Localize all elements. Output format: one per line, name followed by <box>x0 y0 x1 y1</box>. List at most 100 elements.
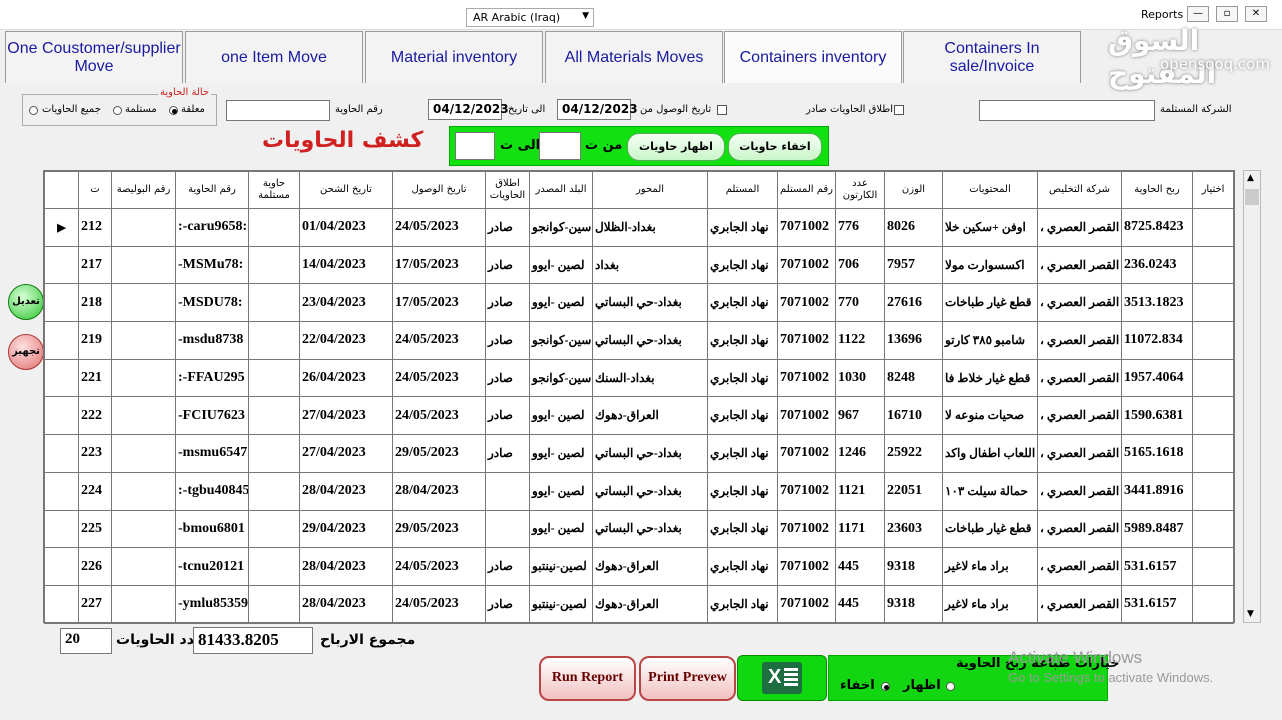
cell-axis[interactable]: بغداد-الظلال <box>592 208 708 247</box>
cell-container-profit[interactable]: 1957.4064 <box>1121 358 1193 398</box>
cell-container-no[interactable]: :-caru9658: <box>175 208 249 247</box>
cell-cartons[interactable]: 445 <box>835 584 885 624</box>
cell-release[interactable]: صادر <box>485 208 530 247</box>
cell-policy-no[interactable] <box>111 283 176 323</box>
cell-policy-no[interactable] <box>111 584 176 624</box>
cell-no[interactable]: 212 <box>78 208 112 247</box>
cell-container-no[interactable]: :-tgbu40845 <box>175 471 249 511</box>
cell-container-received[interactable] <box>248 547 300 586</box>
cell-receiver-no[interactable]: 7071002 <box>777 434 836 473</box>
status-radio-pending[interactable] <box>169 106 178 115</box>
header-release[interactable]: اطلاق الحاويات <box>485 171 530 209</box>
table-row[interactable]: 226 -tcnu20121 28/04/2023 24/05/2023 صادر لصي… <box>44 547 1234 586</box>
cell-select[interactable] <box>1192 547 1234 586</box>
container-no-input[interactable] <box>226 100 330 121</box>
cell-no[interactable]: 222 <box>78 396 112 436</box>
cell-container-profit[interactable]: 11072.834 <box>1121 321 1193 360</box>
cell-select[interactable] <box>1192 584 1234 624</box>
cell-origin-country[interactable]: لصين -ايوو <box>529 509 593 549</box>
cell-weight[interactable]: 8026 <box>884 208 943 247</box>
cell-release[interactable]: صادر <box>485 547 530 586</box>
cell-policy-no[interactable] <box>111 509 176 549</box>
cell-weight[interactable]: 7957 <box>884 245 943 285</box>
cell-clearance-company[interactable]: ، القصر العصري <box>1037 584 1122 624</box>
cell-receiver-no[interactable]: 7071002 <box>777 471 836 511</box>
cell-cartons[interactable]: 1030 <box>835 358 885 398</box>
table-row[interactable]: 227 -ymlu85359 28/04/2023 24/05/2023 صادر لصي… <box>44 584 1234 624</box>
tab-one-customer-supplier-move[interactable]: One Coustomer/supplier Move <box>5 31 183 83</box>
header-container-no[interactable]: رقم الحاوية <box>175 171 249 209</box>
cell-container-received[interactable] <box>248 471 300 511</box>
cell-cartons[interactable]: 1121 <box>835 471 885 511</box>
header-policy-no[interactable]: رقم البوليصة <box>111 171 176 209</box>
tab-material-inventory[interactable]: Material inventory <box>365 31 543 83</box>
table-row[interactable]: 224:-tgbu40845 28/04/2023 28/04/2023 لصين -… <box>44 471 1234 511</box>
cell-no[interactable]: 226 <box>78 547 112 586</box>
cell-receiver[interactable]: نهاد الجابري <box>707 547 778 586</box>
from-arrival-date-checkbox[interactable] <box>717 105 727 115</box>
status-radio-received[interactable] <box>113 106 122 115</box>
cell-container-received[interactable] <box>248 358 300 398</box>
cell-policy-no[interactable] <box>111 396 176 436</box>
grid-vertical-scrollbar[interactable]: ▲ ▼ <box>1243 170 1261 623</box>
cell-policy-no[interactable] <box>111 321 176 360</box>
cell-contents[interactable]: اللعاب اطفال واكد <box>942 434 1038 473</box>
cell-origin-country[interactable]: لصين-نينتبو <box>529 584 593 624</box>
cell-no[interactable]: 217 <box>78 245 112 285</box>
cell-receiver[interactable]: نهاد الجابري <box>707 358 778 398</box>
row-selector[interactable] <box>44 321 79 360</box>
cell-container-profit[interactable]: 236.0243 <box>1121 245 1193 285</box>
cell-weight[interactable]: 16710 <box>884 396 943 436</box>
cell-container-no[interactable]: -msmu6547 <box>175 434 249 473</box>
cell-contents[interactable]: شامبو ٣٨٥ كارتو <box>942 321 1038 360</box>
cell-cartons[interactable]: 445 <box>835 547 885 586</box>
cell-clearance-company[interactable]: ، القصر العصري <box>1037 358 1122 398</box>
cell-clearance-company[interactable]: ، القصر العصري <box>1037 208 1122 247</box>
table-row[interactable]: 222 -FCIU7623 27/04/2023 24/05/2023 صادر لصين… <box>44 396 1234 436</box>
minimize-button[interactable]: — <box>1187 6 1209 22</box>
cell-clearance-company[interactable]: ، القصر العصري <box>1037 245 1122 285</box>
cell-container-profit[interactable]: 8725.8423 <box>1121 208 1193 247</box>
cell-select[interactable] <box>1192 358 1234 398</box>
cell-clearance-company[interactable]: ، القصر العصري <box>1037 321 1122 360</box>
row-selector[interactable] <box>44 434 79 473</box>
cell-clearance-company[interactable]: ، القصر العصري <box>1037 509 1122 549</box>
cell-weight[interactable]: 23603 <box>884 509 943 549</box>
cell-container-no[interactable]: :-FFAU295 <box>175 358 249 398</box>
cell-ship-date[interactable]: 26/04/2023 <box>299 358 393 398</box>
table-row[interactable]: 218 -MSDU78: 23/04/2023 17/05/2023 صادر لصين … <box>44 283 1234 323</box>
cell-ship-date[interactable]: 27/04/2023 <box>299 396 393 436</box>
cell-contents[interactable]: صحيات منوعه لا <box>942 396 1038 436</box>
cell-arrival-date[interactable]: 24/05/2023 <box>392 358 486 398</box>
cell-receiver[interactable]: نهاد الجابري <box>707 245 778 285</box>
cell-origin-country[interactable]: لصين -ايوو <box>529 471 593 511</box>
cell-release[interactable]: صادر <box>485 358 530 398</box>
cell-origin-country[interactable]: لصين -ايوو <box>529 434 593 473</box>
cell-no[interactable]: 227 <box>78 584 112 624</box>
cell-arrival-date[interactable]: 24/05/2023 <box>392 547 486 586</box>
cell-receiver[interactable]: نهاد الجابري <box>707 471 778 511</box>
cell-cartons[interactable]: 776 <box>835 208 885 247</box>
print-show-radio[interactable] <box>946 682 955 691</box>
scroll-thumb[interactable] <box>1245 189 1259 205</box>
to-date-input[interactable]: 04/12/2023 <box>428 99 509 120</box>
cell-clearance-company[interactable]: ، القصر العصري <box>1037 471 1122 511</box>
cell-ship-date[interactable]: 28/04/2023 <box>299 584 393 624</box>
cell-receiver-no[interactable]: 7071002 <box>777 584 836 624</box>
cell-container-received[interactable] <box>248 283 300 323</box>
cell-origin-country[interactable]: لصين-نينتبو <box>529 547 593 586</box>
cell-container-profit[interactable]: 531.6157 <box>1121 584 1193 624</box>
cell-axis[interactable]: بغداد-السنك <box>592 358 708 398</box>
cell-axis[interactable]: العراق-دهوك <box>592 396 708 436</box>
cell-receiver[interactable]: نهاد الجابري <box>707 396 778 436</box>
cell-ship-date[interactable]: 28/04/2023 <box>299 471 393 511</box>
header-select[interactable]: اختيار <box>1192 171 1234 209</box>
cell-axis[interactable]: بغداد-حي البساتي <box>592 509 708 549</box>
row-selector[interactable]: ▶ <box>44 208 79 247</box>
show-containers-button[interactable]: اظهار حاويات <box>627 133 725 161</box>
cell-release[interactable]: صادر <box>485 245 530 285</box>
tab-containers-inventory[interactable]: Containers inventory <box>724 31 902 83</box>
cell-contents[interactable]: قطع غيار طباخات <box>942 509 1038 549</box>
cell-receiver[interactable]: نهاد الجابري <box>707 283 778 323</box>
company-input[interactable] <box>979 100 1155 121</box>
